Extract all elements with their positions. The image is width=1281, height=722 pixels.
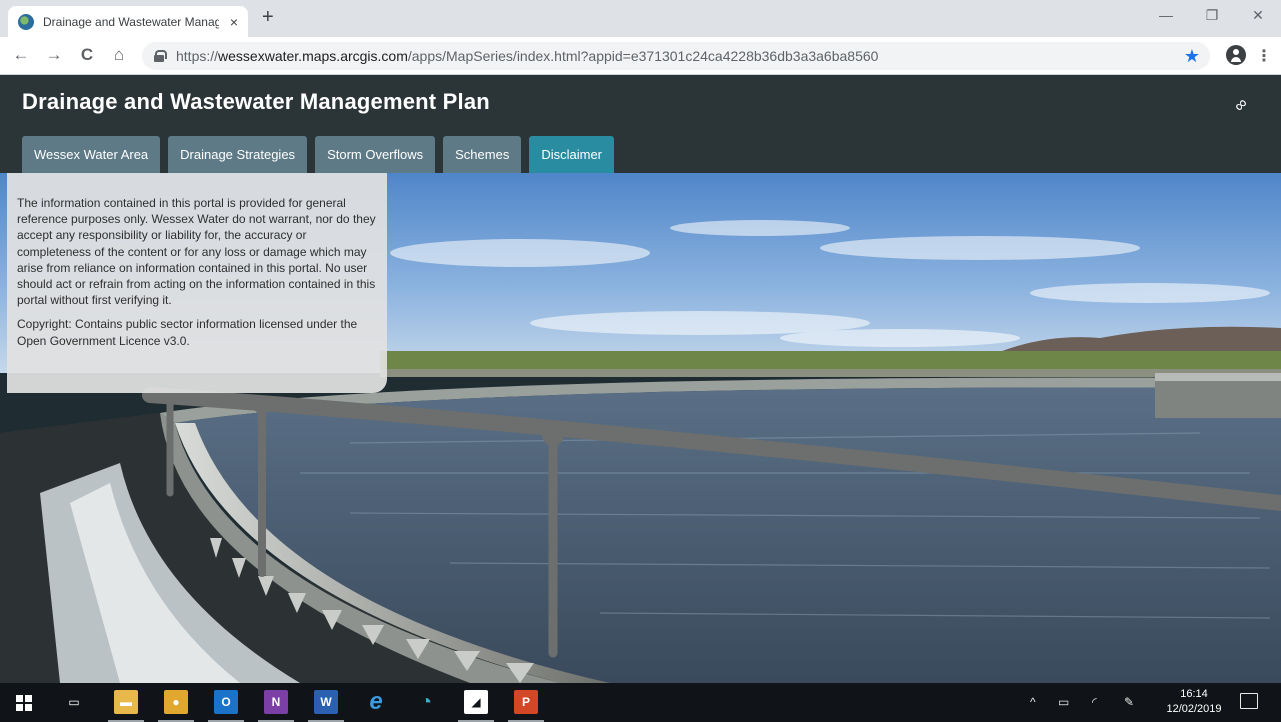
tray-chevron-icon[interactable]: ^ [1030,695,1036,709]
windows-start-icon[interactable] [16,695,32,711]
main-content: The information contained in this portal… [0,173,1281,683]
share-link-icon[interactable]: ∞ [1230,94,1253,117]
back-button[interactable]: ← [10,45,32,65]
globe-favicon-icon [18,13,34,30]
browser-tabstrip: Drainage and Wastewater Manag × + — ❐ ✕ [0,0,1281,37]
home-button[interactable]: ⌂ [108,45,130,65]
tab-storm-overflows[interactable]: Storm Overflows [315,136,436,173]
page-title: Drainage and Wastewater Management Plan [22,89,490,114]
task-view-icon[interactable]: ▭ [62,690,86,714]
url-text: https://wessexwater.maps.arcgis.com/apps… [176,48,879,64]
minimize-button[interactable]: — [1143,0,1189,30]
file-explorer-icon[interactable]: ▬ [114,690,138,714]
notification-icon[interactable] [1240,693,1258,709]
restore-button[interactable]: ❐ [1189,0,1235,30]
app-header: Drainage and Wastewater Management Plan … [0,75,1281,173]
clock-date: 12/02/2019 [1166,703,1222,715]
powerpoint-icon[interactable]: P [514,690,538,714]
close-window-button[interactable]: ✕ [1235,0,1281,30]
forward-button[interactable]: → [43,45,65,65]
tab-title: Drainage and Wastewater Manag [43,14,219,29]
copyright-text: Copyright: Contains public sector inform… [17,317,358,348]
tab-wessex-water-area[interactable]: Wessex Water Area [22,136,161,173]
window-controls: — ❐ ✕ [1143,0,1281,37]
profile-icon[interactable] [1226,45,1246,65]
pen-icon[interactable]: ✎ [1124,695,1134,709]
search-app-icon[interactable]: ◔ [414,690,438,714]
address-bar[interactable]: https://wessexwater.maps.arcgis.com/apps… [142,42,1210,70]
clock-time: 16:14 [1180,688,1208,700]
internet-explorer-icon[interactable]: e [364,688,388,715]
tab-disclaimer[interactable]: Disclaimer [529,136,615,173]
lock-icon [154,50,167,62]
battery-icon[interactable]: ▭ [1058,695,1069,709]
word-icon[interactable]: W [314,690,338,714]
browser-tab[interactable]: Drainage and Wastewater Manag × [8,6,248,37]
wifi-icon[interactable]: ◜ [1092,695,1097,709]
disclaimer-text: The information contained in this portal… [17,196,376,308]
onenote-icon[interactable]: N [264,690,288,714]
bookmark-star-icon[interactable]: ★ [1184,46,1200,67]
chrome-icon[interactable]: ● [164,690,188,714]
outlook-icon[interactable]: O [214,690,238,714]
reload-button[interactable]: C [76,45,98,65]
tab-schemes[interactable]: Schemes [443,136,522,173]
browser-toolbar: ← → C ⌂ https://wessexwater.maps.arcgis.… [0,37,1281,75]
clock[interactable]: 16:14 12/02/2019 [1162,687,1226,717]
sticky-notes-icon[interactable]: ◢ [464,690,488,714]
taskbar: ▭ ▬ ● O N W e ◔ ◢ P ^ ▭ ◜ ✎ 16:14 12/02/… [0,683,1281,722]
tab-close-icon[interactable]: × [230,14,238,30]
disclaimer-panel: The information contained in this portal… [7,173,387,393]
browser-menu-icon[interactable]: ⋮ [1256,46,1272,66]
story-tabs: Wessex Water Area Drainage Strategies St… [22,136,615,173]
tab-drainage-strategies[interactable]: Drainage Strategies [168,136,308,173]
new-tab-button[interactable]: + [262,6,274,29]
